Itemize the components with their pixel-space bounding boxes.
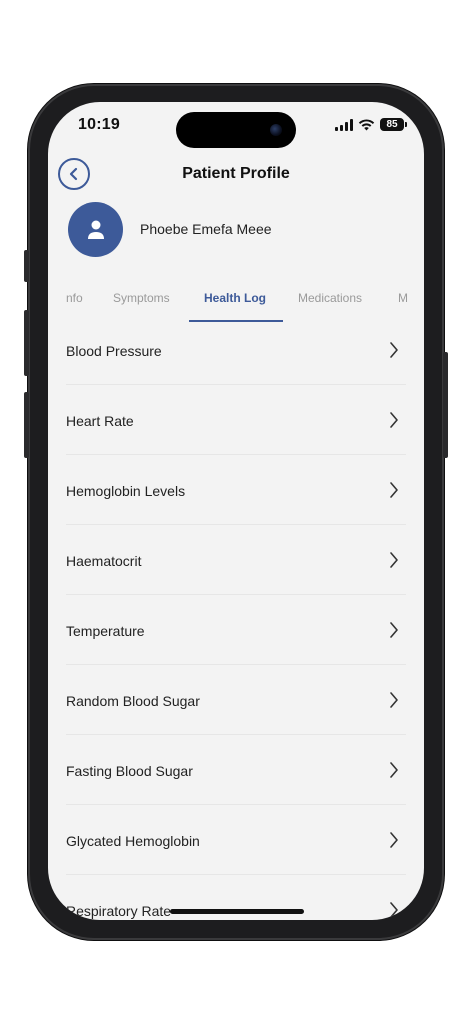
page-title: Patient Profile [182, 165, 290, 182]
tab-symptoms[interactable]: Symptoms [113, 291, 170, 305]
health-log-list: Blood Pressure Heart Rate Hemoglobin Lev… [66, 315, 406, 920]
chevron-right-icon [390, 622, 398, 638]
chevron-right-icon [390, 692, 398, 708]
list-item-label: Heart Rate [66, 413, 134, 429]
chevron-right-icon [390, 412, 398, 428]
tab-more[interactable]: M [398, 291, 408, 305]
list-item-label: Hemoglobin Levels [66, 483, 186, 499]
list-item-label: Random Blood Sugar [66, 693, 200, 709]
status-indicators: 85 [335, 118, 407, 131]
power-button [443, 352, 448, 458]
cellular-signal-icon [335, 118, 353, 131]
volume-down-button [24, 392, 29, 458]
list-item[interactable]: Glycated Hemoglobin [66, 805, 406, 875]
silent-switch [24, 250, 29, 282]
patient-name: Phoebe Emefa Meee [140, 221, 272, 237]
battery-indicator: 85 [380, 118, 407, 131]
dynamic-island [176, 112, 296, 148]
list-item[interactable]: Temperature [66, 595, 406, 665]
user-icon [87, 220, 104, 239]
list-item-label: Blood Pressure [66, 343, 162, 359]
wifi-icon [358, 118, 375, 130]
volume-up-button [24, 310, 29, 376]
chevron-right-icon [390, 482, 398, 498]
list-item-label: Respiratory Rate [66, 903, 172, 919]
camera-icon [270, 124, 282, 136]
list-item[interactable]: Blood Pressure [66, 315, 406, 385]
list-item-label: Fasting Blood Sugar [66, 763, 193, 779]
tab-medications[interactable]: Medications [298, 291, 362, 305]
list-item-label: Haematocrit [66, 553, 142, 569]
list-item[interactable]: Haematocrit [66, 525, 406, 595]
list-item-label: Glycated Hemoglobin [66, 833, 200, 849]
list-item[interactable]: Random Blood Sugar [66, 665, 406, 735]
avatar [68, 202, 123, 257]
home-indicator[interactable] [170, 909, 304, 914]
tab-health-log[interactable]: Health Log [204, 291, 266, 305]
list-item[interactable]: Fasting Blood Sugar [66, 735, 406, 805]
chevron-right-icon [390, 342, 398, 358]
chevron-right-icon [390, 762, 398, 778]
app-screen: 10:19 85 Patient Profile Phoebe Emefa Me… [48, 102, 424, 920]
status-time: 10:19 [78, 116, 120, 133]
chevron-right-icon [390, 552, 398, 568]
list-item-label: Temperature [66, 623, 145, 639]
list-item[interactable]: Heart Rate [66, 385, 406, 455]
list-item[interactable]: Hemoglobin Levels [66, 455, 406, 525]
chevron-right-icon [390, 902, 398, 918]
tab-info[interactable]: nfo [66, 291, 83, 305]
chevron-right-icon [390, 832, 398, 848]
